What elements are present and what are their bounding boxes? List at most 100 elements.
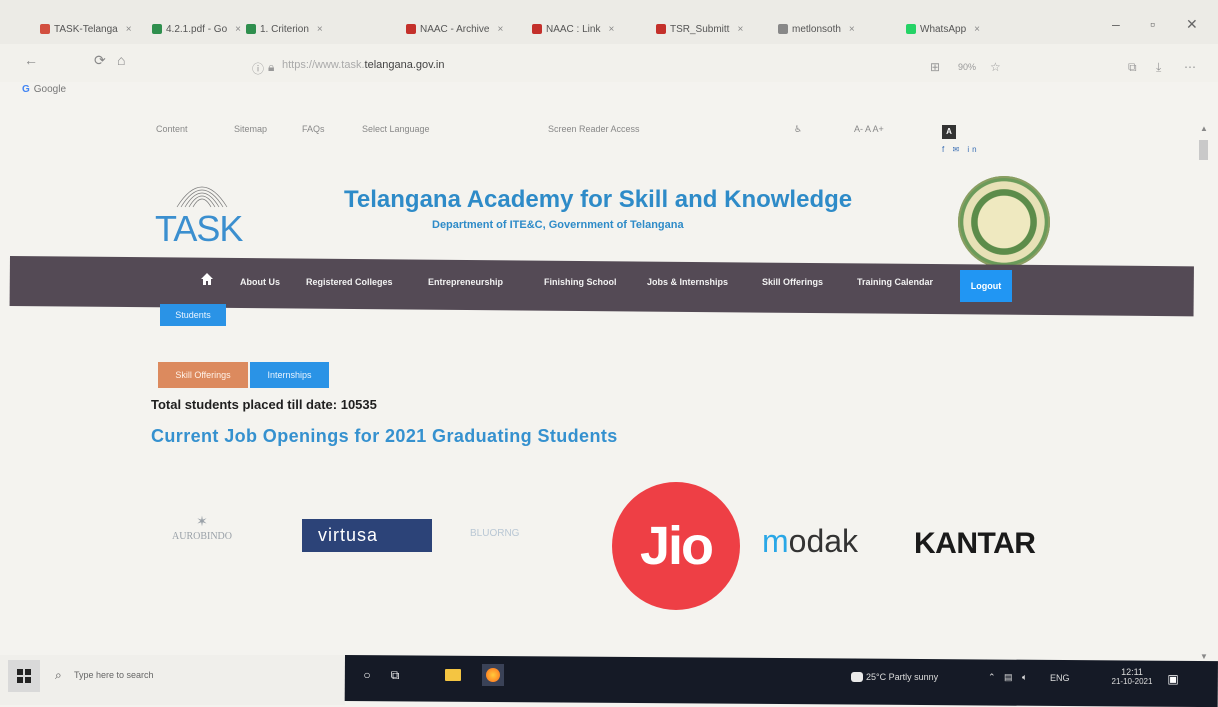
scroll-up-icon[interactable]: ▲ bbox=[1200, 124, 1208, 133]
grid-icon[interactable]: ⊞ bbox=[930, 60, 940, 74]
faq-link[interactable]: FAQs bbox=[302, 124, 325, 134]
skip-to-content-link[interactable]: Content bbox=[156, 124, 188, 134]
government-emblem bbox=[958, 176, 1050, 268]
browser-tab[interactable]: NAAC : Link × bbox=[532, 16, 614, 42]
minimize-icon[interactable]: – bbox=[1112, 16, 1120, 32]
tab-close-icon[interactable]: × bbox=[974, 24, 980, 35]
bookmark-google[interactable]: G Google bbox=[22, 84, 66, 95]
tab-close-icon[interactable]: × bbox=[497, 24, 503, 35]
nav-registered-colleges[interactable]: Registered Colleges bbox=[306, 277, 393, 287]
browser-tab[interactable]: TASK-Telanga × bbox=[40, 16, 132, 42]
scroll-down-icon[interactable]: ▼ bbox=[1200, 652, 1208, 661]
aurobindo-logo[interactable]: ✶ AUROBINDO bbox=[156, 514, 248, 542]
nav-skill-offerings[interactable]: Skill Offerings bbox=[762, 277, 823, 287]
browser-tab[interactable]: TSR_Submitt × bbox=[656, 16, 743, 42]
openings-heading: Current Job Openings for 2021 Graduating… bbox=[151, 426, 618, 446]
tab-close-icon[interactable]: × bbox=[737, 24, 743, 35]
tab-close-icon[interactable]: × bbox=[317, 24, 323, 35]
nav-about-us[interactable]: About Us bbox=[240, 277, 280, 287]
taskbar-search-input[interactable]: Type here to search bbox=[74, 670, 154, 680]
tab-label: TSR_Submitt bbox=[670, 23, 730, 35]
nav-finishing-school[interactable]: Finishing School bbox=[544, 277, 617, 287]
site-title: Telangana Academy for Skill and Knowledg… bbox=[344, 186, 853, 213]
language-indicator[interactable]: ENG bbox=[1050, 673, 1070, 683]
task-logo-text: TASK bbox=[155, 208, 243, 249]
text-size-controls[interactable]: A- A A+ bbox=[854, 124, 884, 134]
language-select[interactable]: Select Language bbox=[362, 124, 430, 134]
jio-logo[interactable]: Jio bbox=[612, 482, 740, 610]
tray-chevron-icon[interactable]: ⌃ bbox=[988, 672, 996, 683]
browser-tab[interactable]: NAAC - Archive × bbox=[406, 16, 503, 42]
search-icon: ⌕ bbox=[55, 668, 62, 682]
tab-favicon-icon bbox=[656, 24, 666, 34]
back-icon[interactable]: ← bbox=[24, 52, 38, 68]
firefox-icon[interactable] bbox=[482, 664, 504, 686]
file-explorer-icon[interactable] bbox=[442, 664, 464, 686]
tab-label: NAAC : Link bbox=[546, 23, 601, 35]
collections-icon[interactable]: ⧉ bbox=[1128, 60, 1137, 75]
nav-training-calendar[interactable]: Training Calendar bbox=[857, 277, 933, 287]
taskbar-search-area bbox=[0, 655, 345, 705]
tab-skill-offerings[interactable]: Skill Offerings bbox=[158, 362, 248, 388]
accessibility-icon[interactable]: ♿︎ bbox=[794, 124, 802, 135]
tab-favicon-icon bbox=[532, 24, 542, 34]
windows-start-icon[interactable] bbox=[8, 660, 40, 692]
task-view-icon[interactable]: ⧉ bbox=[384, 664, 406, 686]
notification-icon[interactable]: ▣ bbox=[1162, 668, 1184, 690]
clock-time: 12:11 bbox=[1121, 667, 1143, 677]
social-icons[interactable]: f ✉ in bbox=[942, 145, 980, 154]
network-icon[interactable]: ▤ bbox=[1004, 672, 1013, 683]
favorite-star-icon[interactable]: ☆ bbox=[990, 60, 1001, 74]
home-browser-icon[interactable]: ⌂ bbox=[117, 52, 125, 68]
browser-tab[interactable]: 4.2.1.pdf - Go × bbox=[152, 16, 241, 42]
weather-text[interactable]: 25°C Partly sunny bbox=[866, 672, 938, 682]
aurobindo-mark-icon: ✶ bbox=[196, 515, 208, 530]
logout-button[interactable]: Logout bbox=[960, 270, 1012, 302]
info-icon[interactable]: ⓘ bbox=[252, 60, 264, 77]
clock[interactable]: 12:11 21-10-2021 bbox=[1110, 667, 1154, 686]
home-icon[interactable] bbox=[200, 272, 214, 286]
browser-tab[interactable]: 1. Criterion × bbox=[246, 16, 323, 42]
lock-icon: 🔒︎ bbox=[268, 60, 275, 74]
refresh-icon[interactable]: ⟳ bbox=[94, 52, 106, 69]
faded-company-logo[interactable]: BLUORNG bbox=[470, 528, 519, 539]
cortana-icon[interactable]: ○ bbox=[356, 664, 378, 686]
scroll-thumb[interactable] bbox=[1199, 140, 1208, 160]
zoom-level[interactable]: 90% bbox=[958, 62, 976, 72]
total-placed-text: Total students placed till date: 10535 bbox=[151, 397, 377, 412]
browser-tab[interactable]: metlonsoth × bbox=[778, 16, 855, 42]
tab-label: 4.2.1.pdf - Go bbox=[166, 23, 228, 35]
tab-close-icon[interactable]: × bbox=[608, 24, 614, 35]
site-subtitle: Department of ITE&C, Government of Telan… bbox=[432, 219, 684, 231]
sitemap-link[interactable]: Sitemap bbox=[234, 124, 267, 134]
page-scrollbar[interactable] bbox=[1198, 124, 1210, 664]
weather-icon[interactable] bbox=[846, 666, 868, 688]
tab-close-icon[interactable]: × bbox=[849, 24, 855, 35]
url-text: https://www.task.telangana.gov.in bbox=[282, 59, 445, 71]
tab-label: WhatsApp bbox=[920, 23, 967, 35]
virtusa-logo[interactable]: virtusa bbox=[302, 519, 432, 552]
tab-close-icon[interactable]: × bbox=[235, 24, 241, 35]
tab-favicon-icon bbox=[778, 24, 788, 34]
close-window-icon[interactable]: ✕ bbox=[1186, 16, 1198, 33]
maximize-icon[interactable]: ▫ bbox=[1150, 16, 1155, 32]
browser-tab[interactable]: WhatsApp × bbox=[906, 16, 980, 42]
tab-label: 1. Criterion bbox=[260, 23, 309, 35]
download-icon[interactable]: ⤓ bbox=[1156, 60, 1161, 75]
tab-favicon-icon bbox=[406, 24, 416, 34]
nav-jobs-internships[interactable]: Jobs & Internships bbox=[647, 277, 728, 287]
tab-internships[interactable]: Internships bbox=[250, 362, 329, 388]
translate-icon[interactable]: A bbox=[942, 125, 956, 139]
modak-logo[interactable]: modak bbox=[762, 523, 858, 560]
menu-icon[interactable]: ⋯ bbox=[1184, 60, 1196, 74]
tab-favicon-icon bbox=[40, 24, 50, 34]
students-button[interactable]: Students bbox=[160, 304, 226, 326]
screen-reader-link[interactable]: Screen Reader Access bbox=[548, 124, 640, 134]
nav-entrepreneurship[interactable]: Entrepreneurship bbox=[428, 277, 503, 287]
tab-label: metlonsoth bbox=[792, 23, 841, 35]
taskbar bbox=[344, 655, 1218, 707]
kantar-logo[interactable]: KANTAR bbox=[914, 527, 1036, 561]
tab-favicon-icon bbox=[906, 24, 916, 34]
volume-icon[interactable]: 🔈︎ bbox=[1022, 672, 1027, 683]
tab-close-icon[interactable]: × bbox=[126, 24, 132, 35]
